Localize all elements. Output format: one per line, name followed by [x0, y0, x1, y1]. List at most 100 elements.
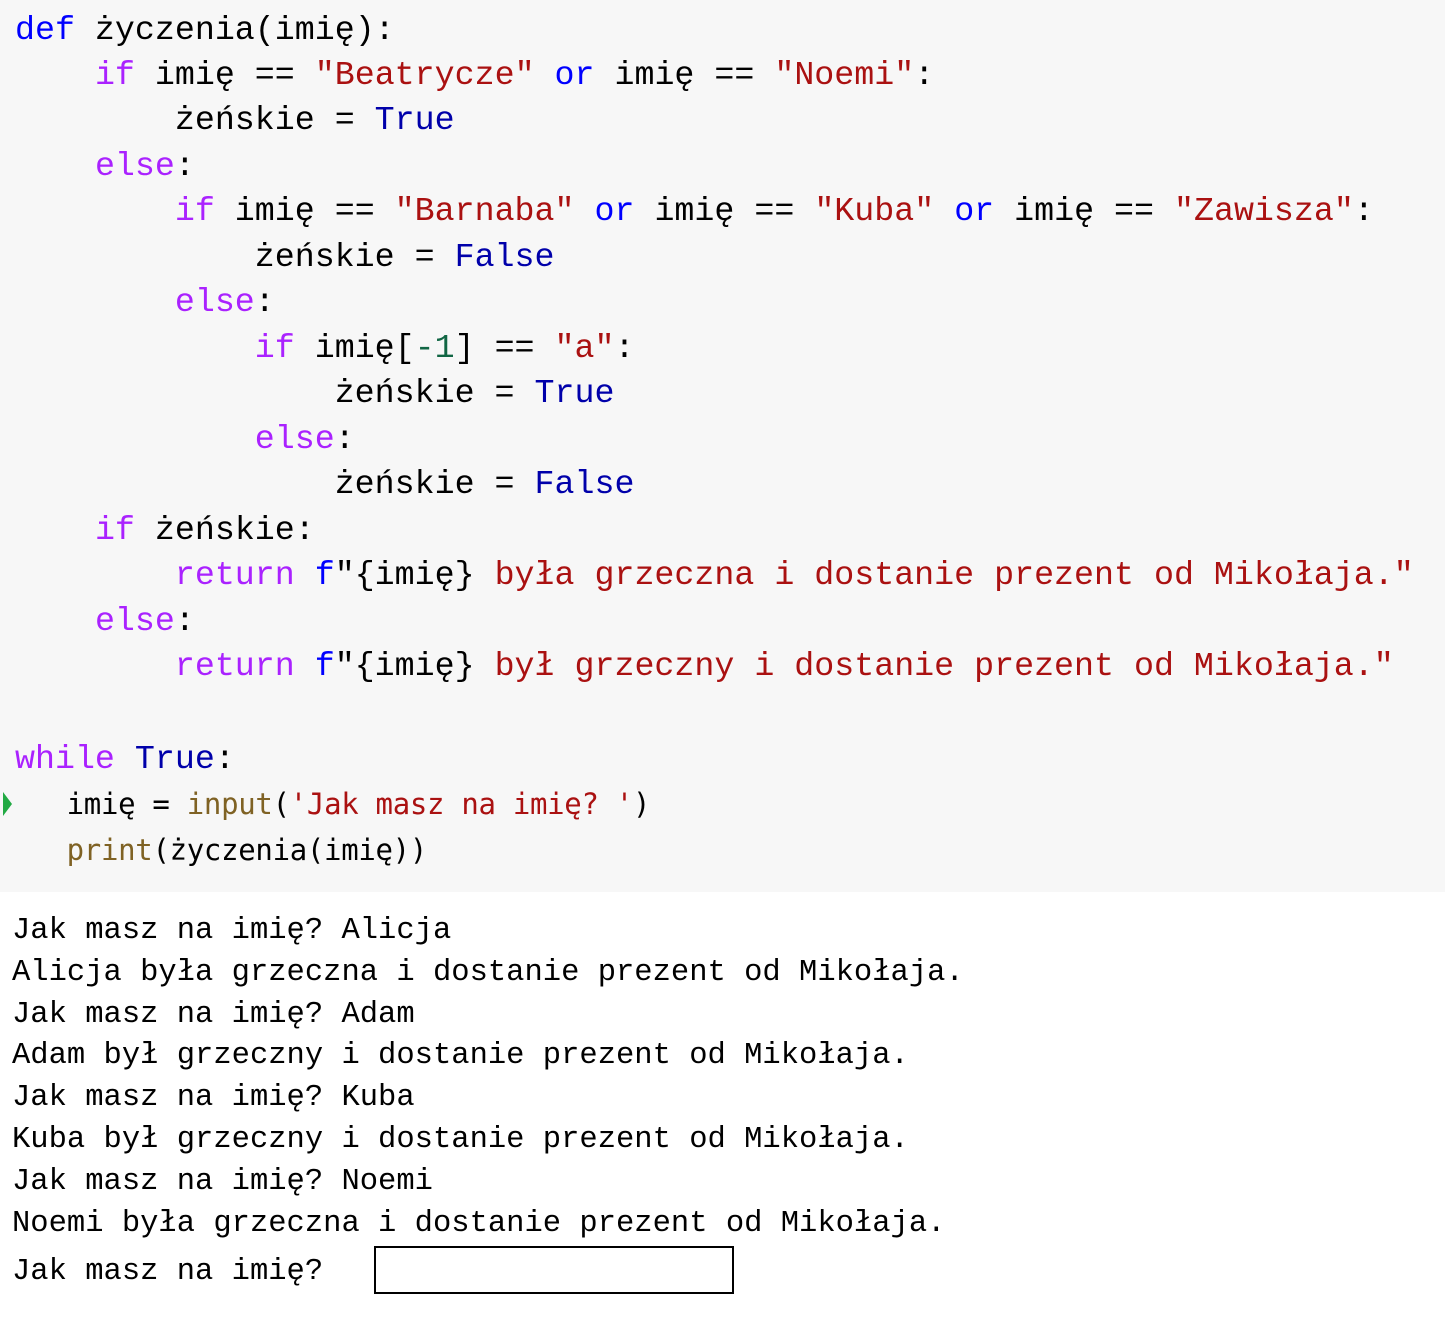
output-line: Jak masz na imię? Alicja [12, 914, 452, 948]
code-token: imię == [134, 56, 315, 94]
code-line[interactable]: else: [15, 280, 275, 325]
code-line[interactable]: żeńskie = False [15, 235, 555, 280]
code-line[interactable]: while True: [15, 737, 235, 782]
output-line: Adam był grzeczny i dostanie prezent od … [12, 1039, 909, 1074]
code-token-kw: if [254, 329, 295, 367]
code-token: : [254, 283, 275, 321]
code-token-kw: while [15, 740, 115, 778]
code-token-kw: else [94, 602, 175, 640]
code-token: " [334, 647, 355, 685]
code-token-bi: input [186, 787, 273, 821]
code-token: : [214, 740, 235, 778]
code-token-const: True [134, 740, 215, 778]
code-token-str: 'Jak masz na imię? ' [289, 787, 634, 821]
code-token: ] == [454, 329, 555, 367]
code-line[interactable]: if imię == "Beatrycze" or imię == "Noemi… [15, 53, 934, 98]
code-token-str: "a" [554, 329, 615, 367]
code-token-def: or [554, 56, 595, 94]
code-line[interactable]: return f"{imię} był grzeczny i dostanie … [15, 644, 1394, 689]
code-token-str: "Noemi" [774, 56, 915, 94]
code-token: {imię} [354, 556, 475, 594]
code-line[interactable]: else: [15, 144, 195, 189]
code-token: żeńskie = [15, 465, 535, 503]
code-token: ) [632, 787, 651, 821]
code-token-def: def [15, 11, 75, 49]
code-token-const: False [534, 465, 635, 503]
code-token-kw: if [94, 511, 135, 549]
code-token-const: True [534, 374, 615, 412]
input-prompt-label: Jak masz na imię? [12, 1255, 324, 1289]
code-token-kw: if [94, 56, 135, 94]
code-line[interactable]: else: [15, 599, 195, 644]
code-line[interactable]: żeńskie = True [15, 371, 615, 416]
code-token: imię == [634, 192, 815, 230]
code-token-kw: else [174, 283, 255, 321]
code-token: imię == [594, 56, 775, 94]
code-token: ( [272, 787, 290, 821]
output-line: Noemi była grzeczna i dostanie prezent o… [12, 1206, 946, 1241]
code-token: żeńskie: [134, 511, 315, 549]
code-line[interactable]: imię = input('Jak masz na imię? ') [0, 782, 651, 827]
code-token: żeńskie = [15, 238, 455, 276]
output-line: Jak masz na imię? Kuba [12, 1081, 415, 1116]
code-line[interactable]: if imię == "Barnaba" or imię == "Kuba" o… [15, 189, 1374, 234]
code-line[interactable]: if żeńskie: [15, 508, 315, 553]
code-line[interactable]: if imię[-1] == "a": [15, 326, 635, 371]
code-token-kw: else [254, 420, 335, 458]
code-line[interactable]: żeńskie = False [15, 462, 635, 507]
output-line: Alicja była grzeczna i dostanie prezent … [12, 955, 964, 990]
code-token: : [174, 602, 195, 640]
code-token: żeńskie = [15, 374, 535, 412]
code-token-def: f [314, 556, 335, 594]
output-line: Kuba był grzeczny i dostanie prezent od … [12, 1123, 909, 1157]
stdin-input[interactable] [374, 1246, 734, 1294]
code-token-str: "Kuba" [814, 192, 935, 230]
code-line[interactable]: def życzenia(imię): [15, 8, 395, 53]
code-token: (życzenia(imię)) [152, 833, 428, 867]
code-line[interactable]: żeńskie = True [15, 98, 455, 143]
output-line: Jak masz na imię? Adam [12, 997, 415, 1032]
code-line[interactable]: return f"{imię} była grzeczna i dostanie… [15, 553, 1414, 598]
code-token-kw: return [174, 647, 295, 685]
code-token: życzenia(imię): [74, 11, 395, 49]
code-token: żeńskie = [15, 101, 375, 139]
code-line[interactable]: print(życzenia(imię)) [0, 828, 428, 873]
code-token-const: True [374, 101, 455, 139]
code-line[interactable]: else: [15, 417, 355, 462]
code-token: : [334, 420, 355, 458]
code-token: imię == [994, 192, 1174, 230]
code-token-kw: if [174, 192, 215, 230]
code-token-kw: else [94, 147, 175, 185]
code-token-def: or [594, 192, 635, 230]
code-token: imię = [0, 787, 187, 821]
code-token: imię == [214, 192, 395, 230]
code-token-str: "Zawisza" [1174, 192, 1354, 230]
code-token-def: f [314, 647, 335, 685]
code-token: imię[ [294, 329, 415, 367]
code-token-str: "Barnaba" [394, 192, 575, 230]
code-token: {imię} [354, 647, 475, 685]
code-token: : [1353, 192, 1374, 230]
code-token-num: -1 [414, 329, 455, 367]
code-token-kw: return [174, 556, 295, 594]
code-token-def: or [954, 192, 995, 230]
code-token: : [174, 147, 195, 185]
code-cell[interactable]: def życzenia(imię): if imię == "Beatrycz… [0, 0, 1445, 892]
code-token: : [914, 56, 935, 94]
code-token-str: "Beatrycze" [314, 56, 535, 94]
